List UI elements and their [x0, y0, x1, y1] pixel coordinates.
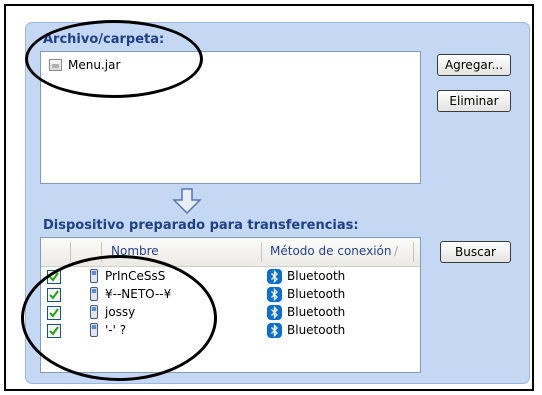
remove-button[interactable]: Eliminar: [437, 90, 511, 112]
highlight-ellipse: [25, 20, 203, 98]
connection-method: Bluetooth: [287, 269, 346, 283]
arrow-down-icon: [172, 188, 202, 214]
header-separator: [70, 242, 71, 262]
sort-indicator: /: [394, 244, 399, 258]
header-separator: [261, 242, 262, 262]
header-separator: [413, 242, 414, 262]
column-header-method[interactable]: Método de conexión: [270, 244, 391, 258]
connection-method: Bluetooth: [287, 287, 346, 301]
bluetooth-icon: [267, 287, 282, 302]
add-button[interactable]: Agregar...: [437, 54, 511, 76]
search-button[interactable]: Buscar: [440, 241, 511, 263]
bluetooth-icon: [267, 305, 282, 320]
bluetooth-icon: [267, 269, 282, 284]
bluetooth-icon: [267, 323, 282, 338]
connection-method: Bluetooth: [287, 323, 346, 337]
connection-method: Bluetooth: [287, 305, 346, 319]
device-section-title: Dispositivo preparado para transferencia…: [43, 218, 359, 233]
highlight-ellipse: [21, 255, 217, 381]
